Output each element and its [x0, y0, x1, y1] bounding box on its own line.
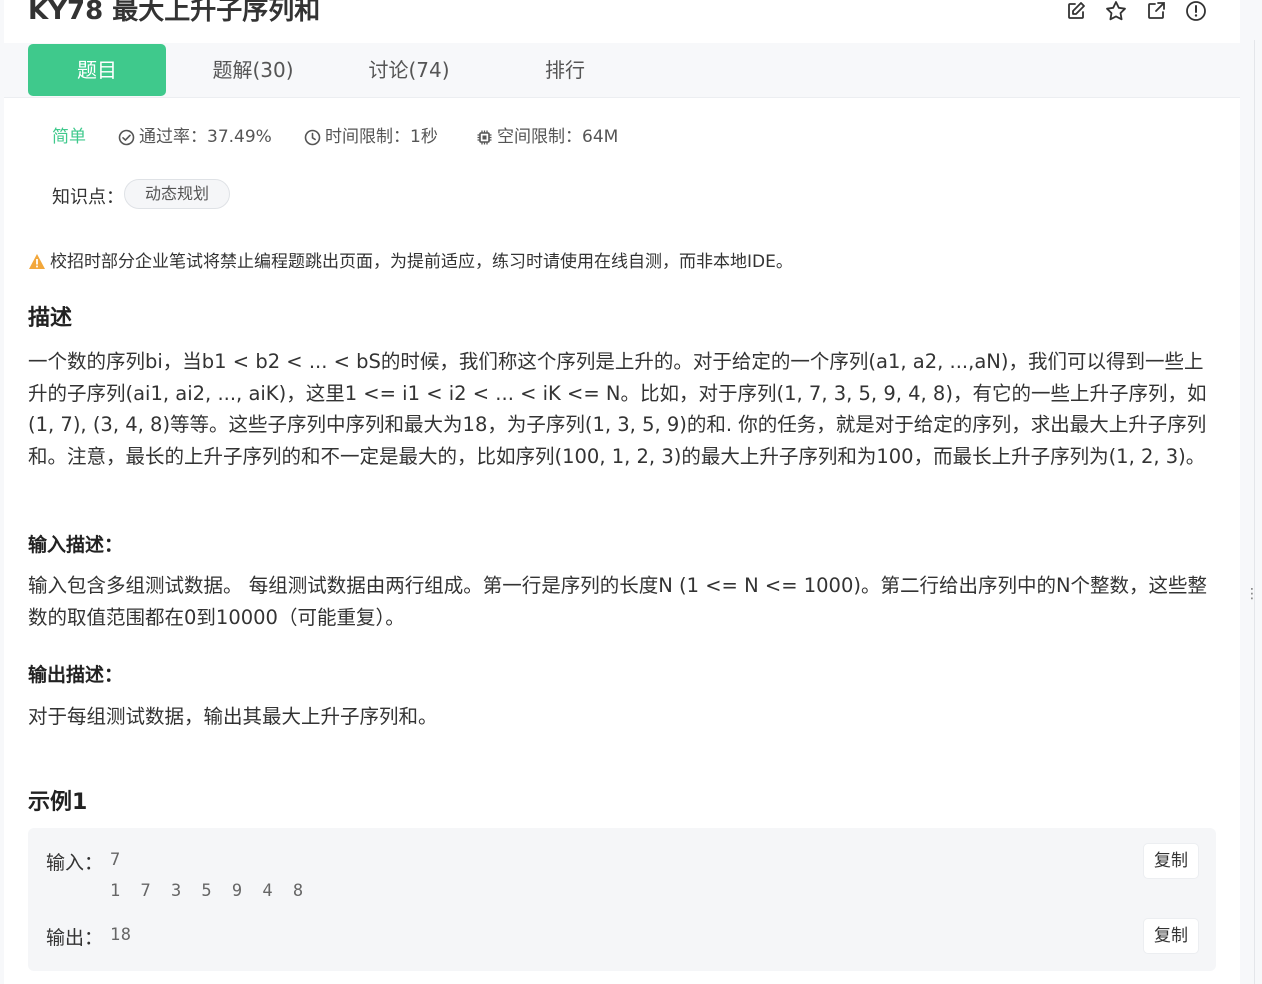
warning-icon: [29, 254, 45, 269]
knowledge-tag[interactable]: 动态规划: [124, 179, 230, 209]
chip-icon: [477, 130, 492, 144]
pass-rate: 通过率：37.49%: [118, 124, 272, 150]
tab-solutions[interactable]: 题解(30): [184, 44, 322, 96]
panel-divider: [1254, 40, 1255, 984]
time-limit-text: 时间限制：1秒: [325, 127, 438, 147]
share-icon[interactable]: [1144, 0, 1168, 22]
output-desc-heading: 输出描述：: [28, 664, 124, 686]
description-text: 一个数的序列bi，当b1 < b2 < ... < bS的时候，我们称这个序列是…: [28, 350, 1207, 468]
check-circle-icon: [118, 129, 135, 145]
resize-handle[interactable]: ⋮: [1245, 587, 1259, 618]
title-toolbar: [1064, 0, 1208, 22]
example-input-line1: 7: [110, 850, 121, 870]
description-heading: 描述: [28, 306, 73, 331]
example-box: 输入： 7 1 7 3 5 9 4 8 复制 输出： 18 复制: [28, 828, 1216, 971]
pass-rate-text: 通过率：37.49%: [139, 127, 272, 147]
space-limit: 空间限制：64M: [476, 124, 618, 150]
notice-text: 校招时部分企业笔试将禁止编程题跳出页面，为提前适应，练习时请使用在线自测，而非本…: [50, 252, 793, 272]
tab-discussion[interactable]: 讨论(74): [340, 44, 478, 96]
right-panel-edge: [1240, 0, 1262, 984]
output-desc-text: 对于每组测试数据，输出其最大上升子序列和。: [28, 705, 438, 728]
copy-input-button[interactable]: 复制: [1144, 844, 1198, 878]
example-heading: 示例1: [28, 790, 88, 815]
example-input-label: 输入：: [46, 852, 104, 874]
example-output-value: 18: [110, 925, 132, 945]
input-desc-text: 输入包含多组测试数据。 每组测试数据由两行组成。第一行是序列的长度N (1 <=…: [28, 574, 1208, 629]
input-desc-heading: 输入描述：: [28, 534, 124, 556]
example-input-line2: 1 7 3 5 9 4 8: [110, 881, 309, 901]
problem-tabs: 题目 题解(30) 讨论(74) 排行: [4, 43, 1240, 98]
example-output-label: 输出：: [46, 927, 104, 949]
problem-panel: KY78 最大上升子序列和 题目 题解(30) 讨论(74) 排行 简单 通过率…: [4, 0, 1240, 984]
difficulty-label: 简单: [52, 127, 86, 147]
problem-title: KY78 最大上升子序列和: [28, 0, 321, 26]
star-icon[interactable]: [1104, 0, 1128, 22]
edit-icon[interactable]: [1064, 0, 1088, 22]
clock-icon: [304, 129, 321, 145]
space-limit-text: 空间限制：64M: [497, 127, 619, 147]
copy-output-button[interactable]: 复制: [1144, 919, 1198, 953]
tab-ranking[interactable]: 排行: [496, 44, 634, 96]
knowledge-label: 知识点：: [52, 187, 124, 208]
time-limit: 时间限制：1秒: [304, 124, 438, 150]
report-icon[interactable]: [1184, 0, 1208, 22]
notice-banner: 校招时部分企业笔试将禁止编程题跳出页面，为提前适应，练习时请使用在线自测，而非本…: [28, 247, 793, 272]
tab-problem[interactable]: 题目: [28, 44, 166, 96]
